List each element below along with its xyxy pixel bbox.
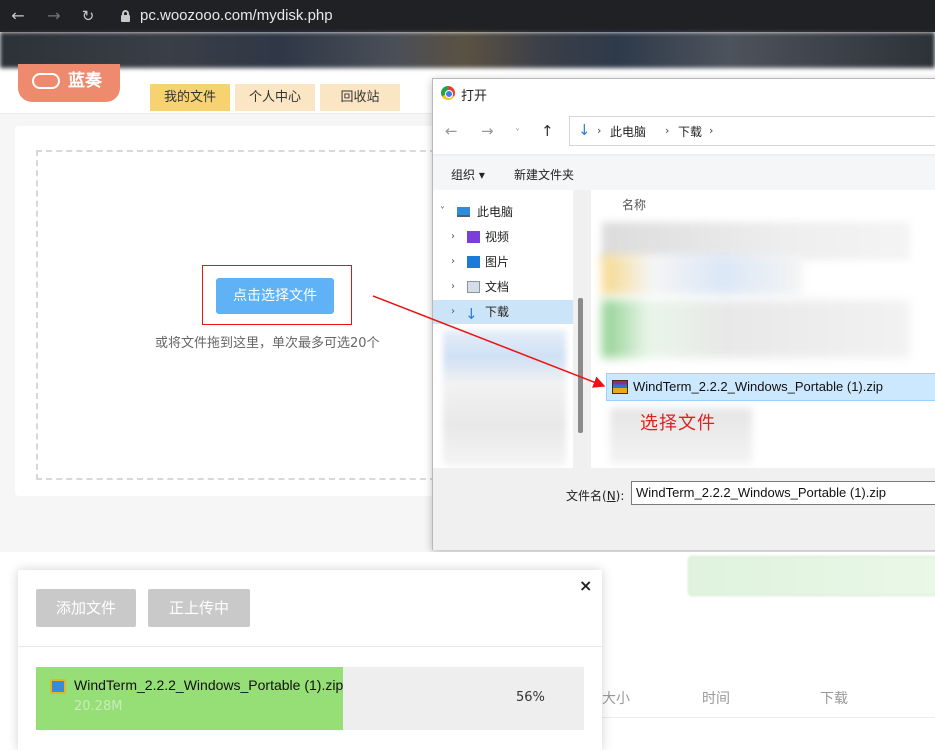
upload-modal: × 添加文件 正上传中 WindTerm_2.2.2_Windows_Porta… [18,570,602,750]
file-table-header: 大小 时间 下载 [600,688,935,718]
close-icon[interactable]: × [579,576,592,595]
add-file-button[interactable]: 添加文件 [36,589,136,627]
column-header-time[interactable]: 时间 [702,688,730,708]
file-icon [50,679,66,694]
upload-percent: 56% [516,690,545,705]
modal-divider [18,646,602,647]
column-header-size[interactable]: 大小 [602,688,630,708]
notification-toast-blurred [688,556,935,596]
upload-item: WindTerm_2.2.2_Windows_Portable (1).zip … [36,667,584,730]
column-header-download[interactable]: 下载 [820,688,848,708]
upload-file-name: WindTerm_2.2.2_Windows_Portable (1).zip [74,677,344,693]
uploading-button[interactable]: 正上传中 [148,589,250,627]
upload-file-size: 20.28M [74,699,123,714]
